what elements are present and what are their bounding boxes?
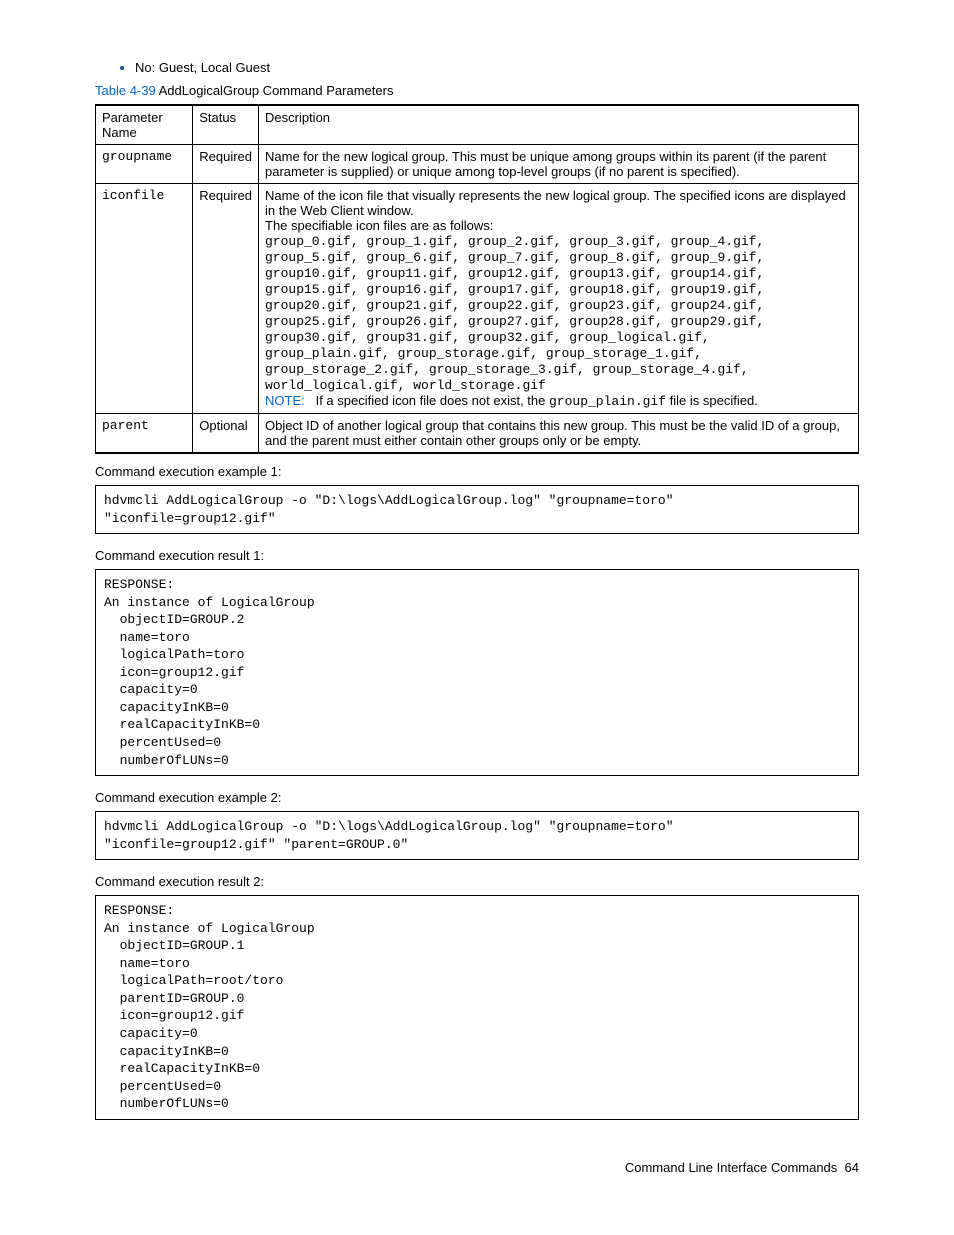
code-example-2: hdvmcli AddLogicalGroup -o "D:\logs\AddL… (95, 811, 859, 860)
cell-description: Name of the icon file that visually repr… (259, 184, 859, 414)
cell-status: Required (193, 184, 259, 414)
table-caption-link: Table 4-39 (95, 83, 156, 98)
note-text-pre: If a specified icon file does not exist,… (316, 393, 549, 408)
table-caption: Table 4-39 AddLogicalGroup Command Param… (95, 83, 859, 98)
label-example-1: Command execution example 1: (95, 464, 859, 479)
bullet-list: No: Guest, Local Guest (95, 60, 859, 75)
footer-text: Command Line Interface Commands (625, 1160, 837, 1175)
code-example-1: hdvmcli AddLogicalGroup -o "D:\logs\AddL… (95, 485, 859, 534)
cell-status: Required (193, 145, 259, 184)
footer-page: 64 (845, 1160, 859, 1175)
label-result-2: Command execution result 2: (95, 874, 859, 889)
note-label: NOTE: (265, 393, 305, 408)
note-code: group_plain.gif (549, 394, 666, 409)
cell-param-name: parent (96, 414, 193, 454)
page-footer: Command Line Interface Commands 64 (95, 1160, 859, 1175)
col-parameter-name: Parameter Name (96, 105, 193, 145)
col-description: Description (259, 105, 859, 145)
cell-status: Optional (193, 414, 259, 454)
bullet-item: No: Guest, Local Guest (135, 60, 859, 75)
table-caption-text: AddLogicalGroup Command Parameters (156, 83, 394, 98)
cell-description: Object ID of another logical group that … (259, 414, 859, 454)
iconfile-intro2: The specifiable icon files are as follow… (265, 218, 493, 233)
label-example-2: Command execution example 2: (95, 790, 859, 805)
note-text-post: file is specified. (666, 393, 758, 408)
table-header-row: Parameter Name Status Description (96, 105, 859, 145)
table-row: groupname Required Name for the new logi… (96, 145, 859, 184)
table-row: iconfile Required Name of the icon file … (96, 184, 859, 414)
parameters-table: Parameter Name Status Description groupn… (95, 104, 859, 454)
iconfile-list: group_0.gif, group_1.gif, group_2.gif, g… (265, 234, 764, 393)
code-result-2: RESPONSE: An instance of LogicalGroup ob… (95, 895, 859, 1120)
col-status: Status (193, 105, 259, 145)
label-result-1: Command execution result 1: (95, 548, 859, 563)
table-row: parent Optional Object ID of another log… (96, 414, 859, 454)
code-result-1: RESPONSE: An instance of LogicalGroup ob… (95, 569, 859, 776)
cell-param-name: groupname (96, 145, 193, 184)
cell-param-name: iconfile (96, 184, 193, 414)
cell-description: Name for the new logical group. This mus… (259, 145, 859, 184)
iconfile-intro1: Name of the icon file that visually repr… (265, 188, 846, 218)
